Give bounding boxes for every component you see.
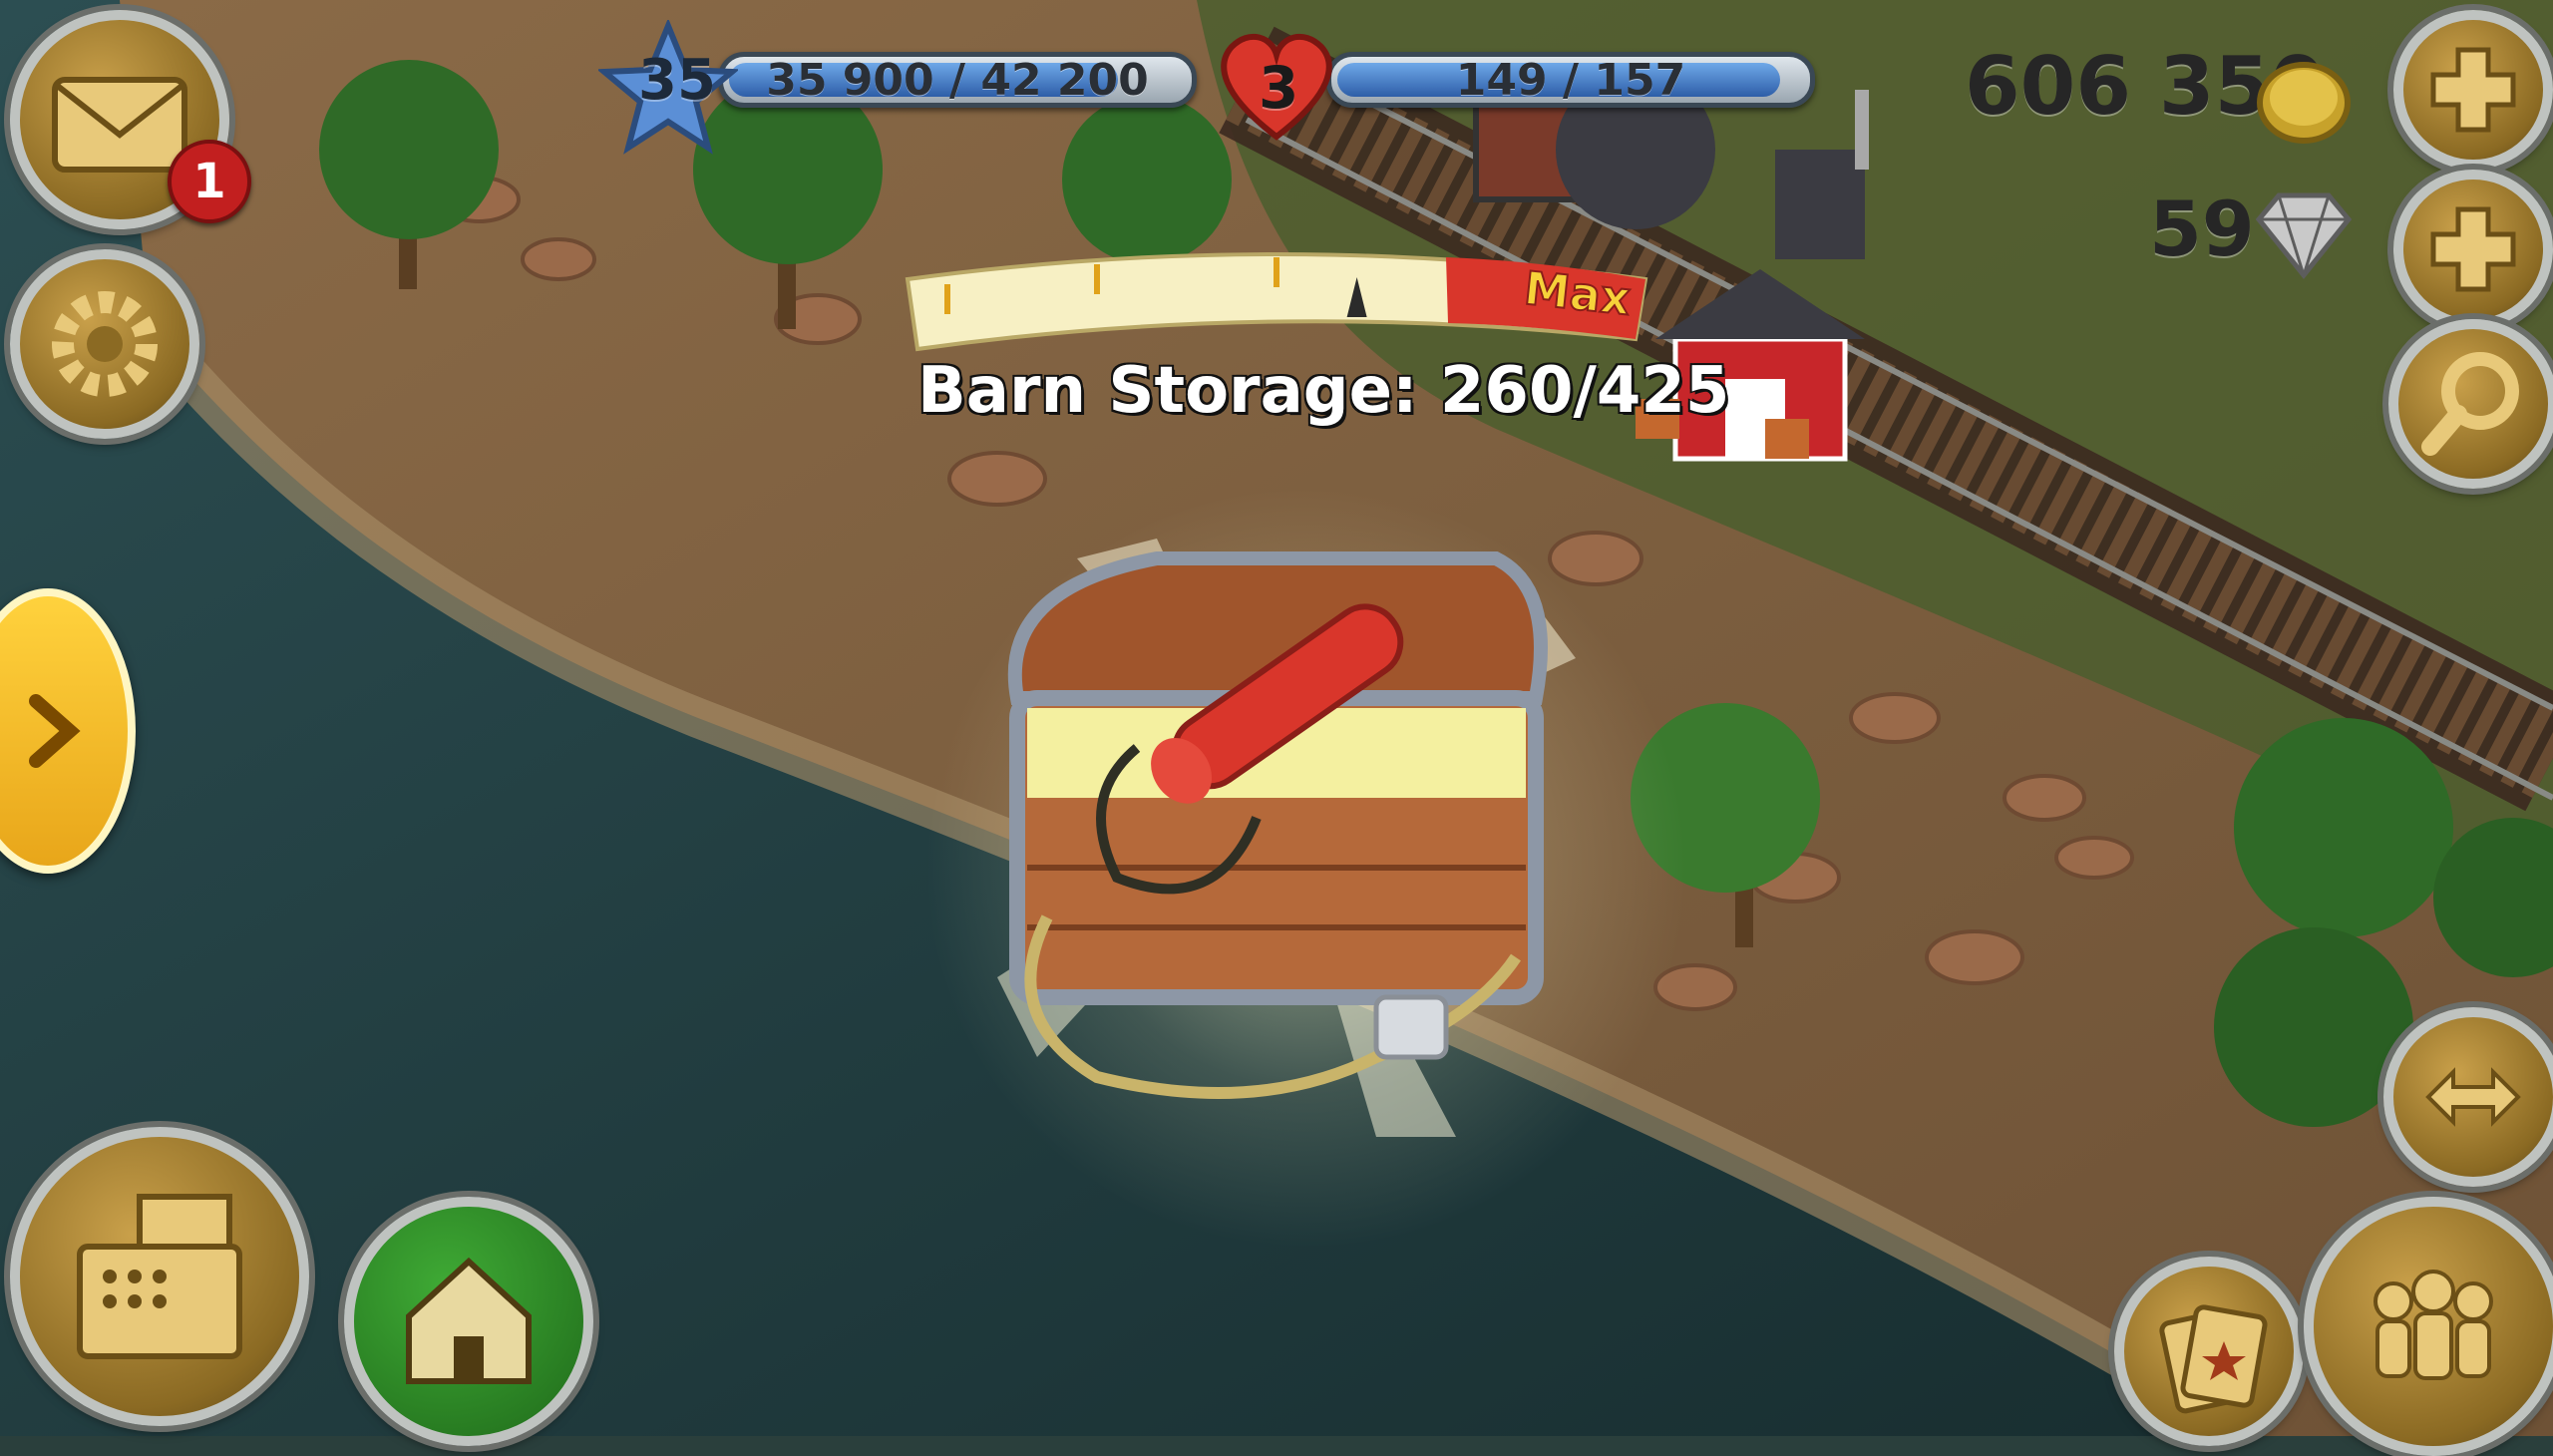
level-number: 35 xyxy=(638,48,716,113)
edit-mode-button[interactable] xyxy=(2383,1007,2553,1187)
diamond-icon xyxy=(2255,192,2353,279)
settings-button[interactable] xyxy=(10,249,199,439)
cards-icon xyxy=(2159,1304,2268,1414)
expand-arrows-icon xyxy=(2425,1067,2521,1127)
shop-button[interactable] xyxy=(10,1127,309,1426)
home-button[interactable] xyxy=(344,1197,593,1446)
friends-button[interactable] xyxy=(2304,1197,2553,1456)
add-coins-button[interactable] xyxy=(2393,10,2553,170)
people-icon xyxy=(2373,1270,2493,1380)
magnifier-icon xyxy=(2421,352,2519,456)
max-label: Max xyxy=(1522,261,1634,326)
xp-text: 35 900 / 42 200 xyxy=(766,55,1149,106)
barn-storage-text: Barn Storage: 260/425 xyxy=(917,354,1730,428)
coin-icon xyxy=(2257,62,2351,144)
gear-icon xyxy=(52,291,158,397)
xp-bar: 35 900 / 42 200 xyxy=(718,52,1197,108)
lives-count: 3 xyxy=(1259,54,1299,122)
storage-meter: Max xyxy=(905,252,1648,352)
energy-bar: 149 / 157 xyxy=(1326,52,1815,108)
search-button[interactable] xyxy=(2388,319,2553,489)
plus-icon xyxy=(2430,47,2516,133)
diamond-count: 59 xyxy=(2149,184,2255,273)
house-icon xyxy=(406,1257,532,1384)
add-diamonds-button[interactable] xyxy=(2393,170,2553,329)
cards-button[interactable] xyxy=(2114,1257,2304,1446)
energy-text: 149 / 157 xyxy=(1455,55,1686,106)
cash-register-icon xyxy=(77,1194,242,1359)
mail-badge-count: 1 xyxy=(192,154,226,209)
plus-icon xyxy=(2430,206,2516,292)
chevron-right-icon xyxy=(29,694,81,768)
treasure-chest-dynamite[interactable] xyxy=(957,499,1596,1137)
mail-badge: 1 xyxy=(168,140,251,223)
